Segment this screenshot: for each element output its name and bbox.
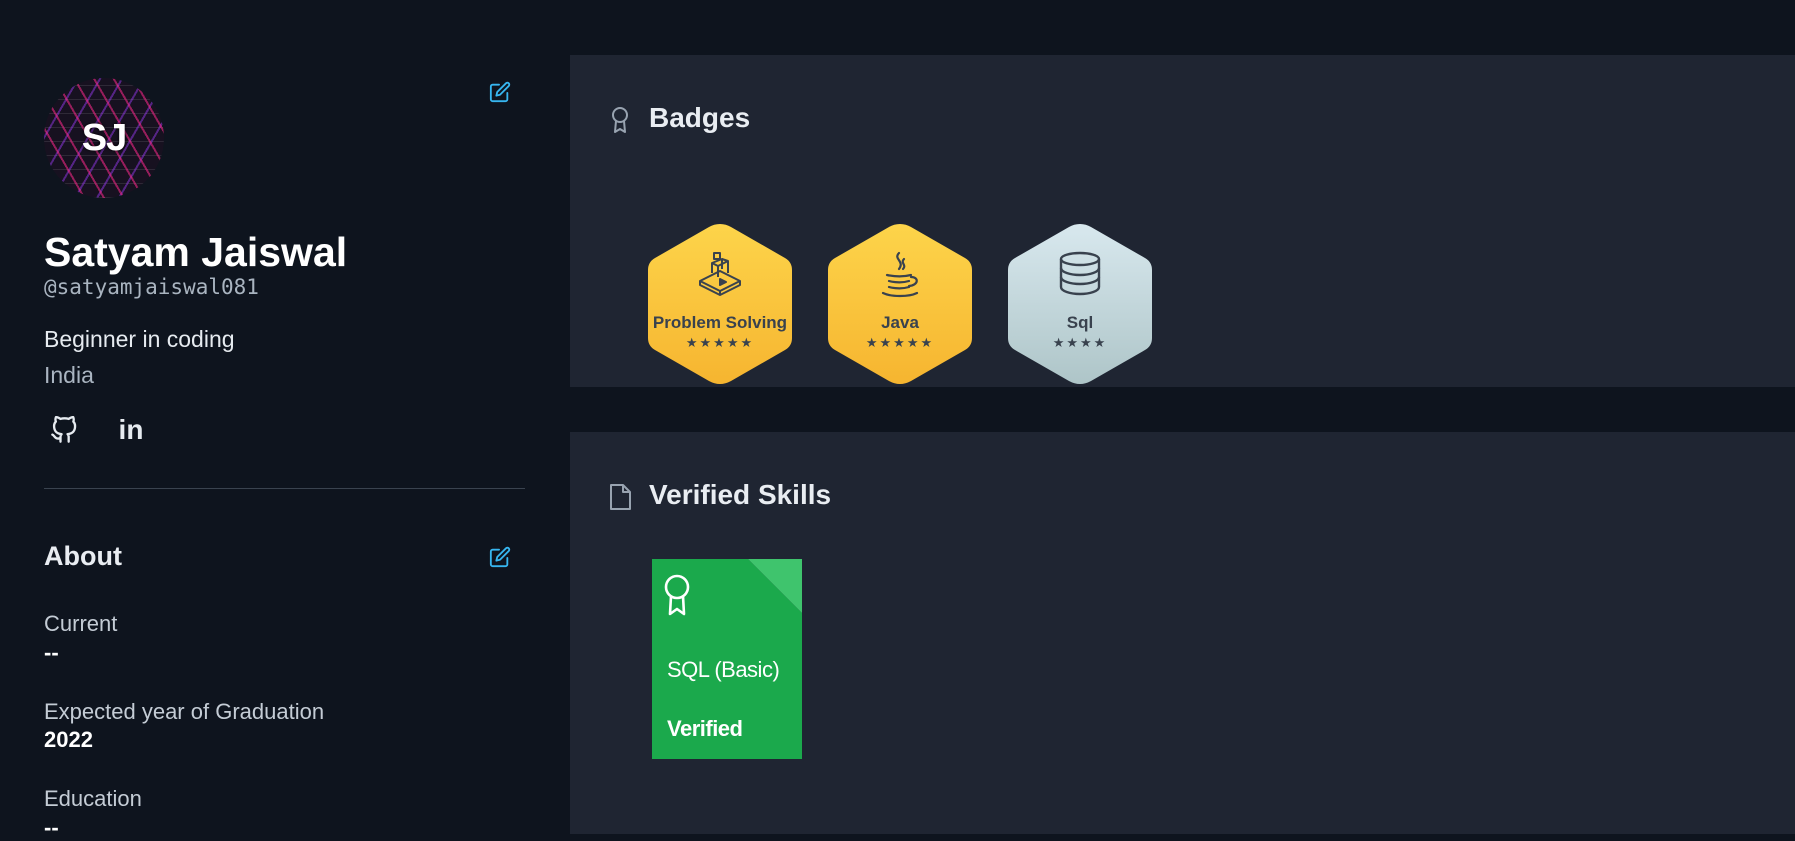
about-title: About bbox=[44, 541, 122, 571]
avatar: SJ bbox=[44, 78, 164, 198]
database-icon bbox=[1059, 251, 1101, 296]
badge-stars: ★★★★★ bbox=[865, 335, 935, 350]
profile-handle: @satyamjaiswal081 bbox=[44, 275, 259, 299]
skill-name: SQL (Basic) bbox=[667, 657, 780, 682]
badges-card: Badges Problem Solving ★★★★★ Java ★★★★★ … bbox=[570, 55, 1795, 387]
verified-skills-card: Verified Skills SQL (Basic) Verified bbox=[570, 432, 1795, 834]
java-cup-icon bbox=[881, 251, 919, 298]
badge-name: Problem Solving bbox=[652, 313, 788, 332]
document-icon bbox=[610, 484, 631, 510]
linkedin-link[interactable]: in bbox=[114, 413, 148, 447]
badge-name: Java bbox=[881, 313, 919, 332]
graduation-label: Expected year of Graduation bbox=[44, 699, 325, 724]
current-value: -- bbox=[44, 640, 59, 665]
badge-hexagon bbox=[1008, 224, 1152, 384]
education-label: Education bbox=[44, 786, 142, 811]
sidebar-divider bbox=[44, 488, 525, 489]
github-link[interactable] bbox=[47, 413, 81, 447]
certificate-ribbon-icon bbox=[664, 574, 690, 616]
github-icon bbox=[51, 416, 77, 443]
badge-name: Sql bbox=[1066, 313, 1094, 332]
badge-sql[interactable]: Sql ★★★★ bbox=[1005, 221, 1155, 387]
verified-skills-title: Verified Skills bbox=[649, 479, 832, 510]
badge-hexagon bbox=[828, 224, 972, 384]
blocks-icon bbox=[699, 252, 741, 296]
badge-stars: ★★★★ bbox=[1052, 335, 1108, 350]
avatar-initials: SJ bbox=[81, 116, 127, 159]
card-fold bbox=[748, 559, 802, 613]
badge-stars: ★★★★★ bbox=[685, 335, 755, 350]
edit-profile-icon[interactable] bbox=[489, 81, 511, 103]
profile-sidebar: SJ Satyam Jaiswal @satyamjaiswal081 Begi… bbox=[0, 0, 570, 841]
linkedin-icon: in bbox=[118, 414, 144, 445]
award-icon bbox=[612, 107, 628, 133]
profile-country: India bbox=[44, 362, 94, 388]
profile-name: Satyam Jaiswal bbox=[44, 229, 348, 275]
badges-title: Badges bbox=[649, 102, 751, 133]
badge-hexagon bbox=[648, 224, 792, 384]
badge-problem-solving[interactable]: Problem Solving ★★★★★ bbox=[645, 221, 795, 387]
profile-bio: Beginner in coding bbox=[44, 326, 235, 352]
current-label: Current bbox=[44, 611, 118, 636]
skill-status: Verified bbox=[667, 716, 743, 741]
badge-java[interactable]: Java ★★★★★ bbox=[825, 221, 975, 387]
edit-about-icon[interactable] bbox=[489, 546, 511, 568]
graduation-value: 2022 bbox=[44, 727, 93, 752]
skill-card-sql-basic[interactable]: SQL (Basic) Verified bbox=[652, 559, 802, 759]
education-value: -- bbox=[44, 815, 59, 840]
